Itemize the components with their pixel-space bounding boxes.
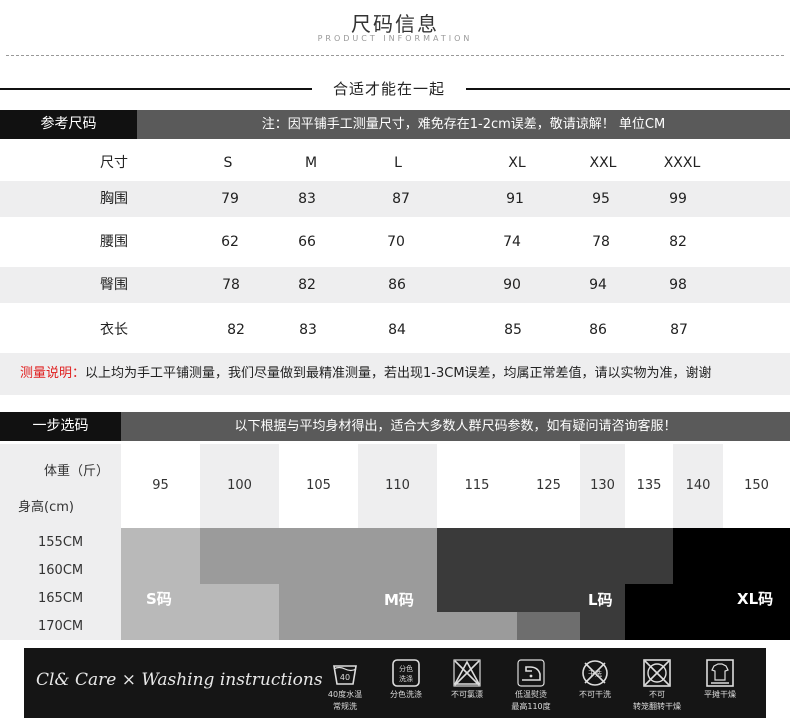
row-label: 胸围 [100, 191, 128, 207]
header-cell: XXXL [663, 155, 701, 171]
table-cell: 87 [670, 322, 688, 338]
low-iron-icon: 低温熨烫 最高110度 [504, 658, 558, 712]
l-zone [437, 528, 673, 584]
row-label: 臀围 [100, 277, 128, 293]
measure-note-text: 以上均为手工平铺测量，我们尽量做到最精准测量，若出现1-3CM误差，均属正常差值… [85, 366, 712, 381]
table-row: 腰围 62 66 70 74 78 82 [0, 224, 790, 260]
row-label: 衣长 [100, 322, 128, 338]
weight-cell: 100 [200, 444, 279, 528]
s-zone [200, 584, 279, 640]
size-l-label: L码 [588, 591, 613, 609]
weight-cell: 105 [279, 444, 358, 528]
table-cell: 86 [388, 277, 406, 293]
header-cell: XXL [589, 155, 617, 171]
table-cell: 83 [298, 191, 316, 207]
xl-zone [673, 528, 790, 584]
ref-size-note: 注：因平铺手工测量尺寸，难免存在1-2cm误差，敬请谅解！ 单位CM [137, 110, 790, 139]
m-zone [517, 612, 580, 640]
m-zone [200, 528, 437, 584]
m-zone [437, 612, 517, 640]
divider-right [466, 88, 790, 90]
table-cell: 91 [506, 191, 524, 207]
table-cell: 82 [669, 234, 687, 250]
table-cell: 99 [669, 191, 687, 207]
table-cell: 62 [221, 234, 239, 250]
no-dryclean-icon: 干洗 不可干洗 [568, 658, 622, 700]
svg-text:40: 40 [340, 673, 350, 682]
header-cell: L [394, 155, 402, 171]
height-label: 155CM [38, 535, 84, 550]
height-label: 165CM [38, 591, 84, 606]
size-xl-label: XL码 [737, 590, 774, 608]
table-cell: 95 [592, 191, 610, 207]
measure-note-label: 测量说明： [20, 366, 86, 381]
table-cell: 86 [589, 322, 607, 338]
ref-size-label: 参考尺码 [0, 110, 137, 139]
height-label: 170CM [38, 619, 84, 634]
measure-note: 测量说明：以上均为手工平铺测量，我们尽量做到最精准测量，若出现1-3CM误差，均… [0, 353, 790, 395]
flat-dry-icon: 平摊干燥 [693, 658, 747, 700]
table-cell: 79 [221, 191, 239, 207]
weight-cell: 110 [358, 444, 437, 528]
wash-40-icon: 40 40度水温 常规洗 [318, 658, 372, 712]
table-cell: 66 [298, 234, 316, 250]
weight-cell: 150 [723, 444, 790, 528]
separate-wash-icon: 分色 洗涤 分色洗涤 [379, 658, 433, 700]
quick-size-note: 以下根据与平均身材得出，适合大多数人群尺码参数，如有疑问请咨询客服！ [121, 412, 790, 441]
size-s-label: S码 [146, 590, 172, 608]
quick-size-label: 一步选码 [0, 412, 121, 441]
dashed-divider [6, 55, 784, 56]
table-cell: 78 [592, 234, 610, 250]
l-zone [580, 612, 625, 640]
size-table-header: 尺寸 S M L XL XXL XXXL [0, 145, 790, 181]
table-cell: 90 [503, 277, 521, 293]
weight-cell: 95 [121, 444, 200, 528]
weight-cell: 125 [517, 444, 580, 528]
weight-cell: 115 [437, 444, 517, 528]
table-cell: 85 [504, 322, 522, 338]
no-tumble-icon: 不可 转笼翻转干燥 [630, 658, 684, 712]
size-m-label: M码 [384, 591, 414, 609]
weight-axis-label: 体重（斤） [44, 464, 110, 479]
table-cell: 83 [299, 322, 317, 338]
weight-cell: 130 [580, 444, 625, 528]
table-row: 衣长 82 83 84 85 86 87 [0, 312, 790, 348]
slogan: 合适才能在一起 [332, 80, 445, 98]
header-cell: 尺寸 [100, 155, 128, 171]
washing-title: Cl& Care × Washing instructions [36, 670, 323, 690]
header-cell: M [304, 155, 318, 171]
table-cell: 82 [298, 277, 316, 293]
table-row: 臀围 78 82 86 90 94 98 [0, 267, 790, 303]
no-bleach-icon: 不可氯漂 [440, 658, 494, 700]
table-cell: 94 [589, 277, 607, 293]
divider-left [0, 88, 312, 90]
s-zone [121, 528, 200, 640]
table-cell: 78 [222, 277, 240, 293]
table-row: 胸围 79 83 87 91 95 99 [0, 181, 790, 217]
table-cell: 74 [503, 234, 521, 250]
header-cell: S [223, 155, 233, 171]
table-cell: 84 [388, 322, 406, 338]
header-cell: XL [508, 155, 526, 171]
table-cell: 70 [387, 234, 405, 250]
table-cell: 82 [227, 322, 245, 338]
weight-cell: 135 [625, 444, 673, 528]
svg-text:分色: 分色 [399, 664, 413, 673]
weight-cell: 140 [673, 444, 723, 528]
page-title: 尺码信息 [351, 12, 439, 36]
height-axis-label: 身高(cm) [18, 500, 74, 515]
page-subtitle: PRODUCT INFORMATION [317, 34, 473, 43]
row-label: 腰围 [100, 234, 128, 250]
table-cell: 98 [669, 277, 687, 293]
height-label: 160CM [38, 563, 84, 578]
svg-text:洗涤: 洗涤 [399, 674, 413, 683]
table-cell: 87 [392, 191, 410, 207]
washing-strip: Cl& Care × Washing instructions 40 40度水温… [24, 648, 766, 718]
